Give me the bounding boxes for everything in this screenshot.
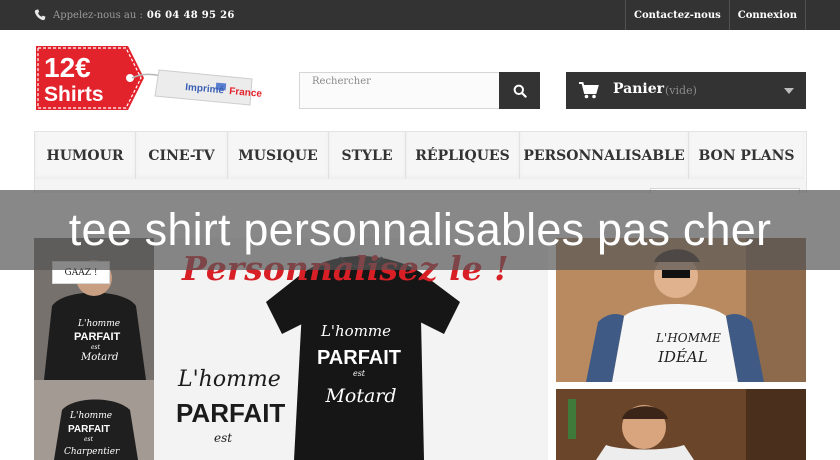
call-label: Appelez-nous au :	[53, 9, 143, 21]
left-text-line-3: est	[214, 431, 232, 445]
main-shirt-line-2: PARFAIT	[317, 347, 401, 369]
site-logo[interactable]: 12€ Shirts Imprimé France	[34, 43, 264, 113]
header-links: Contactez-nous Connexion	[625, 0, 806, 30]
cart-label: Panier	[613, 81, 665, 97]
logo-word: Shirts	[44, 83, 104, 106]
search-placeholder: Rechercher	[312, 76, 371, 87]
cart-status: (vide)	[665, 84, 697, 97]
menu-item-personnalisable[interactable]: PERSONNALISABLE	[520, 132, 689, 180]
right-bottom-graphic	[556, 389, 806, 460]
login-link[interactable]: Connexion	[728, 0, 806, 30]
search-button[interactable]	[499, 72, 540, 109]
banner-right-photo-bottom[interactable]	[556, 389, 806, 460]
banner-main[interactable]: Personnalisez le ! L'homme PARFAIT est M…	[154, 238, 548, 460]
phone-icon	[34, 9, 46, 21]
banner-main-graphic: Personnalisez le ! L'homme PARFAIT est M…	[154, 238, 548, 460]
cart-button[interactable]: Panier (vide)	[566, 72, 806, 109]
small-shirt-1-line-4: Motard	[80, 352, 118, 363]
cart-icon	[579, 82, 599, 99]
right-shirt-line-1: L'HOMME	[655, 331, 721, 345]
small-shirt-2-line-3: est	[84, 436, 94, 443]
top-bar: Appelez-nous au : 06 04 48 95 26 Contact…	[0, 0, 840, 30]
search-input[interactable]: Rechercher	[299, 72, 500, 109]
left-text-line-1: L'homme	[177, 367, 281, 392]
page-title-overlay: tee shirt personnalisables pas cher	[0, 190, 840, 270]
small-shirt-2-line-2: PARFAIT	[68, 424, 110, 435]
menu-item-bon-plans[interactable]: BON PLANS	[689, 132, 804, 180]
main-menu: HUMOUR CINE-TV MUSIQUE STYLE RÉPLIQUES P…	[34, 131, 807, 181]
menu-item-cine-tv[interactable]: CINE-TV	[136, 132, 228, 180]
left-text-line-2: PARFAIT	[176, 398, 285, 428]
menu-item-musique[interactable]: MUSIQUE	[228, 132, 329, 180]
small-shirt-1-line-1: L'homme	[77, 319, 120, 329]
phone-info: Appelez-nous au : 06 04 48 95 26	[34, 0, 235, 30]
contact-link[interactable]: Contactez-nous	[625, 0, 729, 30]
main-shirt-line-1: L'homme	[320, 322, 391, 340]
logo-graphic: 12€ Shirts Imprimé France	[36, 46, 263, 110]
menu-item-repliques[interactable]: RÉPLIQUES	[406, 132, 520, 180]
menu-item-humour[interactable]: HUMOUR	[35, 132, 136, 180]
small-shirt-2-line-4: Charpentier	[64, 447, 120, 457]
small-shirt-2-line-1: L'homme	[69, 411, 112, 421]
small-shirt-1-line-3: est	[91, 344, 101, 351]
logo-price: 12€	[44, 52, 91, 83]
chevron-down-icon	[784, 88, 794, 94]
page-title: tee shirt personnalisables pas cher	[68, 204, 772, 255]
menu-item-style[interactable]: STYLE	[329, 132, 406, 180]
right-shirt-line-2: IDÉAL	[657, 348, 708, 366]
search-icon	[513, 84, 527, 98]
phone-number[interactable]: 06 04 48 95 26	[147, 10, 235, 21]
main-shirt-line-4: Motard	[324, 385, 396, 407]
small-shirt-1-line-2: PARFAIT	[74, 331, 121, 343]
search-bar: Rechercher	[299, 72, 540, 109]
main-shirt-line-3: est	[353, 369, 366, 378]
